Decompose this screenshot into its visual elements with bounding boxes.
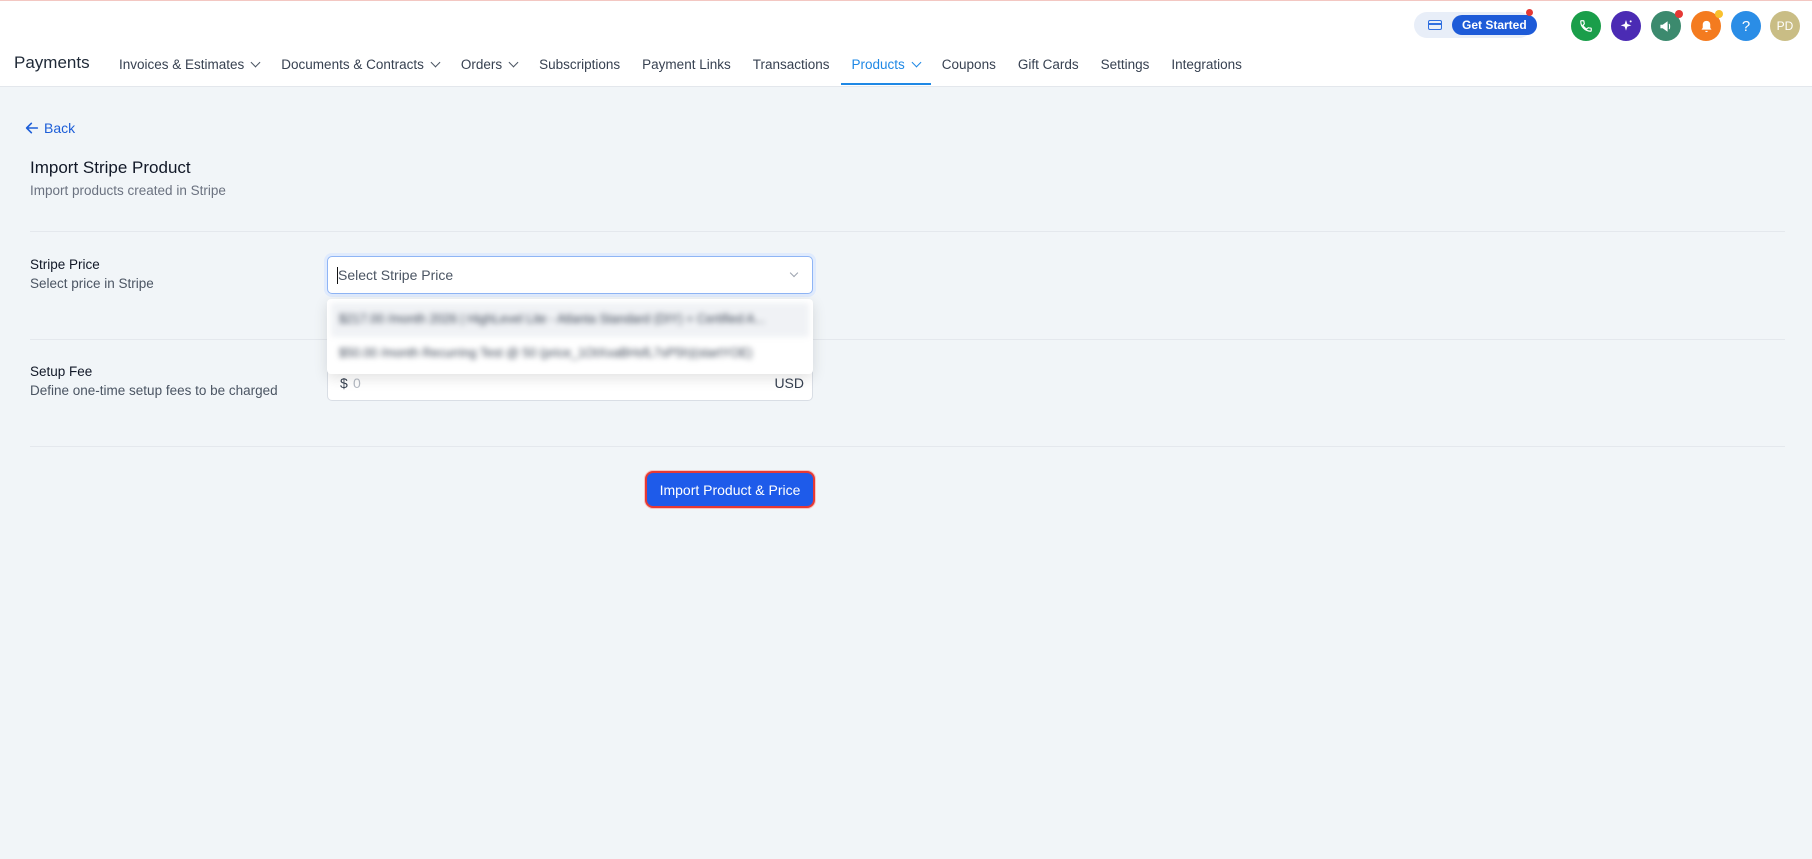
page-title: Import Stripe Product xyxy=(30,158,191,177)
nav-label: Orders xyxy=(460,57,503,72)
back-link[interactable]: Back xyxy=(24,120,75,136)
nav-settings[interactable]: Settings xyxy=(1090,52,1161,88)
nav-label: Transactions xyxy=(752,57,830,72)
import-product-price-button[interactable]: Import Product & Price xyxy=(645,471,815,508)
currency-symbol: $ xyxy=(340,375,348,391)
nav-label: Subscriptions xyxy=(539,57,621,72)
nav-label: Payment Links xyxy=(642,57,731,72)
dropdown-option[interactable]: $217.00 /month 2026 | HighLevel Lite - A… xyxy=(331,303,809,337)
chevron-down-icon xyxy=(508,57,519,68)
nav-invoices-estimates[interactable]: Invoices & Estimates xyxy=(108,52,270,88)
credit-card-icon xyxy=(1428,20,1442,30)
nav-label: Settings xyxy=(1100,57,1150,72)
stripe-price-help: Select price in Stripe xyxy=(30,276,154,291)
phone-icon xyxy=(1580,20,1592,32)
divider xyxy=(30,339,1785,340)
nav-products[interactable]: Products xyxy=(840,52,932,88)
currency-code: USD xyxy=(774,375,804,391)
arrow-left-icon xyxy=(25,122,39,134)
nav-label: Documents & Contracts xyxy=(281,57,424,72)
nav-label: Products xyxy=(851,57,905,72)
nav-integrations[interactable]: Integrations xyxy=(1160,52,1253,88)
divider xyxy=(30,446,1785,447)
setup-fee-help: Define one-time setup fees to be charged xyxy=(30,383,278,398)
nav-label: Gift Cards xyxy=(1017,57,1079,72)
nav-subscriptions[interactable]: Subscriptions xyxy=(528,52,631,88)
phone-button[interactable] xyxy=(1571,11,1601,41)
chevron-down-icon xyxy=(789,268,799,278)
nav-label: Coupons xyxy=(941,57,996,72)
sparkle-icon xyxy=(1620,20,1632,31)
notifications-button[interactable] xyxy=(1691,10,1723,41)
stripe-price-select[interactable]: Select Stripe Price xyxy=(327,256,813,294)
main-nav: Invoices & Estimates Documents & Contrac… xyxy=(108,52,1253,88)
help-button[interactable]: ? xyxy=(1731,11,1761,41)
chevron-down-icon xyxy=(430,57,441,68)
notification-dot xyxy=(1526,9,1533,16)
setup-fee-placeholder: 0 xyxy=(353,375,361,391)
avatar[interactable]: PD xyxy=(1770,11,1800,41)
dropdown-option[interactable]: $50.00 /month Recurring Test @ 50 (price… xyxy=(331,337,809,371)
stripe-price-dropdown: $217.00 /month 2026 | HighLevel Lite - A… xyxy=(327,299,813,374)
page-subtitle: Import products created in Stripe xyxy=(30,183,226,198)
back-label: Back xyxy=(44,120,76,136)
nav-gift-cards[interactable]: Gift Cards xyxy=(1007,52,1090,88)
nav-documents-contracts[interactable]: Documents & Contracts xyxy=(270,52,450,88)
get-started-button[interactable]: Get Started xyxy=(1452,15,1537,35)
ai-assistant-button[interactable] xyxy=(1611,11,1641,41)
top-bar: Get Started ? PD Payments Invoices & Est… xyxy=(0,0,1812,87)
megaphone-icon xyxy=(1659,20,1670,32)
setup-fee-label: Setup Fee xyxy=(30,364,93,379)
divider xyxy=(30,231,1785,232)
nav-label: Invoices & Estimates xyxy=(119,57,245,72)
stripe-price-label: Stripe Price xyxy=(30,257,100,272)
nav-coupons[interactable]: Coupons xyxy=(931,52,1007,88)
app-title: Payments xyxy=(14,53,90,72)
bell-icon xyxy=(1701,20,1711,32)
stripe-price-placeholder: Select Stripe Price xyxy=(338,267,454,283)
announcements-button[interactable] xyxy=(1651,10,1683,41)
nav-label: Integrations xyxy=(1171,57,1242,72)
chevron-down-icon xyxy=(250,57,261,68)
chevron-down-icon xyxy=(911,57,922,68)
announcements-badge xyxy=(1675,10,1683,18)
nav-payment-links[interactable]: Payment Links xyxy=(631,52,742,88)
notifications-badge xyxy=(1715,10,1723,18)
nav-orders[interactable]: Orders xyxy=(450,52,528,88)
get-started-widget[interactable]: Get Started xyxy=(1414,9,1537,38)
nav-transactions[interactable]: Transactions xyxy=(742,52,841,88)
